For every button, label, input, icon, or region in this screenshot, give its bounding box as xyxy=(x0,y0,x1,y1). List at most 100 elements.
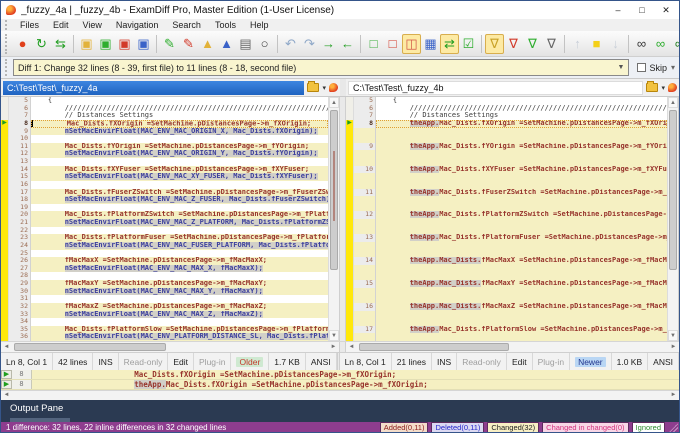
left-horizontal-scrollbar[interactable]: ◄ ► xyxy=(1,342,340,352)
left-vertical-scrollbar[interactable]: ▲ ▼ xyxy=(328,97,339,341)
open-files-icon[interactable]: ▣ xyxy=(77,34,96,54)
prev-change-icon[interactable]: ← xyxy=(338,34,357,54)
left-scroll-down-icon[interactable]: ▼ xyxy=(329,330,339,341)
combobox-dropdown-icon[interactable]: ▼ xyxy=(614,64,625,71)
diffbar-overflow-icon[interactable]: ▾ xyxy=(671,63,675,72)
left-code-line-13[interactable]: 13 xyxy=(1,158,328,166)
status-ins[interactable]: INS xyxy=(432,353,458,370)
left-code-line-33[interactable]: 33 nSetMacEnvirFloat(MAC_ENV_MAC_MAX_Z, … xyxy=(1,310,328,319)
left-scroll-left-icon[interactable]: ◄ xyxy=(1,342,12,352)
right-code-line-6[interactable]: 6 //////////////////////////////////////… xyxy=(346,104,667,113)
right-code-line-gap[interactable] xyxy=(346,241,667,250)
right-code-line-gap[interactable] xyxy=(346,264,667,273)
right-code-line-gap[interactable] xyxy=(346,310,667,319)
status-plug-in[interactable]: Plug-in xyxy=(533,353,571,370)
find-icon[interactable]: ∞ xyxy=(632,34,651,54)
right-code-line-gap[interactable] xyxy=(346,295,667,303)
left-code-line-12[interactable]: 12 nSetMacEnvirFloat(MAC_ENV_MAC_ORIGIN_… xyxy=(1,150,328,158)
right-code-line-13[interactable]: 13 theApp.Mac_Dists.fPlatformFuser =SetM… xyxy=(346,234,667,242)
right-code-line-15[interactable]: 15 theApp.Mac_Dists.fMacMaxY =SetMachine… xyxy=(346,280,667,288)
save-second-file-icon[interactable]: ▣ xyxy=(115,34,134,54)
left-folder-dropdown-icon[interactable]: ▾ xyxy=(322,84,326,92)
left-code-line-11[interactable]: 11 Mac_Dists.fYOrigin =SetMachine.pDista… xyxy=(1,142,328,151)
right-code-pane[interactable]: 5 {6 ///////////////////////////////////… xyxy=(346,97,679,341)
right-code-line-9[interactable]: 9 theApp.Mac_Dists.fYOrigin =SetMachine.… xyxy=(346,142,667,151)
print-preview-icon[interactable]: ○ xyxy=(255,34,274,54)
left-code-line-23[interactable]: 23 Mac_Dists.fPlatformFuser =SetMachine.… xyxy=(1,234,328,242)
left-code-line-34[interactable]: 34 xyxy=(1,318,328,326)
right-compare-logo-icon[interactable] xyxy=(668,83,677,92)
status-ansi[interactable]: ANSI xyxy=(648,353,679,370)
menu-help[interactable]: Help xyxy=(243,20,276,30)
right-code-line-gap[interactable] xyxy=(346,127,667,136)
right-code-line-gap[interactable] xyxy=(346,318,667,326)
save-all-icon[interactable]: ▣ xyxy=(134,34,153,54)
toolbar-gripper[interactable] xyxy=(5,33,10,54)
status-ansi[interactable]: ANSI xyxy=(306,353,337,370)
left-code-line-16[interactable]: 16 xyxy=(1,180,328,189)
save-options-second-icon[interactable]: ▲ xyxy=(217,34,236,54)
edit-first-file-icon[interactable]: ✎ xyxy=(160,34,179,54)
status-1-7-kb[interactable]: 1.7 KB xyxy=(269,353,306,370)
find-prev-icon[interactable]: ∞ xyxy=(670,34,679,54)
right-hscroll-thumb[interactable] xyxy=(359,343,509,351)
menu-navigation[interactable]: Navigation xyxy=(109,20,166,30)
right-code-line-gap[interactable] xyxy=(346,226,667,235)
left-scrollbar-thumb[interactable] xyxy=(330,110,338,270)
filter-all-diffs-icon[interactable]: ∇ xyxy=(485,33,504,54)
left-code-pane[interactable]: 5 {6 ///////////////////////////////////… xyxy=(1,97,340,341)
undo-icon[interactable]: ↶ xyxy=(281,34,300,54)
print-icon[interactable]: ▤ xyxy=(236,34,255,54)
right-code-line-gap[interactable] xyxy=(346,219,667,227)
filter-deleted-icon[interactable]: ∇ xyxy=(504,34,523,54)
left-code-line-32[interactable]: 32 fMacMaxZ =SetMachine.pDistancesPage->… xyxy=(1,302,328,311)
right-folder-dropdown-icon[interactable]: ▾ xyxy=(661,84,665,92)
menu-files[interactable]: Files xyxy=(13,20,46,30)
left-compare-logo-icon[interactable] xyxy=(329,83,338,92)
right-scroll-right-icon[interactable]: ► xyxy=(668,342,679,352)
left-code-line-35[interactable]: 35 Mac_Dists.fPlatformSlow =SetMachine.p… xyxy=(1,325,328,334)
show-deleted-icon[interactable]: □ xyxy=(383,34,402,54)
diff-selector-combobox[interactable]: Diff 1: Change 32 lines (8 - 39, first f… xyxy=(13,59,630,76)
status-read-only[interactable]: Read-only xyxy=(119,353,169,370)
status-42-lines[interactable]: 42 lines xyxy=(53,353,94,370)
right-code-line-17[interactable]: 17 theApp.Mac_Dists.fPlatformSlow =SetMa… xyxy=(346,325,667,334)
left-code-line-20[interactable]: 20 Mac_Dists.fPlatformZSwitch =SetMachin… xyxy=(1,211,328,219)
menubar-gripper[interactable] xyxy=(5,20,10,30)
right-code-line-11[interactable]: 11 theApp.Mac_Dists.fFuserZSwitch =SetMa… xyxy=(346,188,667,197)
left-file-path[interactable]: C:\Test\Test\_fuzzy_4a xyxy=(3,80,305,95)
left-code-line-31[interactable]: 31 xyxy=(1,295,328,303)
left-code-line-7[interactable]: 7 // Distances Settings xyxy=(1,112,328,120)
show-added-icon[interactable]: □ xyxy=(364,34,383,54)
right-vertical-scrollbar[interactable]: ▲ ▼ xyxy=(667,97,678,341)
right-code-line-gap[interactable] xyxy=(346,173,667,181)
show-identical-icon[interactable]: ▦ xyxy=(421,34,440,54)
menu-tools[interactable]: Tools xyxy=(208,20,243,30)
synchronized-scrolling-icon[interactable]: ⇄ xyxy=(440,33,459,54)
right-code-line-gap[interactable] xyxy=(346,196,667,204)
save-first-file-icon[interactable]: ▣ xyxy=(96,34,115,54)
right-code-line-8[interactable]: ▶ 8 theApp.Mac_Dists.fXOrigin =SetMachine… xyxy=(346,119,667,128)
left-code-line-25[interactable]: 25 xyxy=(1,249,328,258)
left-code-line-5[interactable]: 5 { xyxy=(1,97,328,105)
left-code-line-26[interactable]: 26 fMacMaxX =SetMachine.pDistancesPage->… xyxy=(1,257,328,265)
right-code-line-gap[interactable] xyxy=(346,333,667,341)
swap-files-icon[interactable]: ⇆ xyxy=(51,34,70,54)
find-next-icon[interactable]: ∞ xyxy=(651,34,670,54)
left-scroll-right-icon[interactable]: ► xyxy=(328,342,339,352)
right-open-folder-icon[interactable] xyxy=(646,81,659,92)
bottom-scroll-left-icon[interactable]: ◄ xyxy=(1,391,12,400)
left-code-line-17[interactable]: 17 Mac_Dists.fFuserZSwitch =SetMachine.p… xyxy=(1,188,328,197)
right-code-line-gap[interactable] xyxy=(346,180,667,189)
left-code-line-9[interactable]: 9 nSetMacEnvirFloat(MAC_ENV_MAC_ORIGIN_X… xyxy=(1,127,328,136)
right-code-line-gap[interactable] xyxy=(346,203,667,212)
menu-view[interactable]: View xyxy=(76,20,109,30)
status-edit[interactable]: Edit xyxy=(168,353,195,370)
current-diff-row-first[interactable]: ▶ 8 Mac_Dists.fXOrigin =SetMachine.pDista… xyxy=(1,370,679,380)
left-scroll-up-icon[interactable]: ▲ xyxy=(329,97,339,108)
left-code-line-36[interactable]: 36 nSetMacEnvirFloat(MAC_ENV_PLATFORM_DI… xyxy=(1,333,328,341)
left-code-line-28[interactable]: 28 xyxy=(1,272,328,280)
bottom-horizontal-scrollbar[interactable]: ◄ ► xyxy=(1,390,679,400)
filter-search-icon[interactable]: ∇ xyxy=(542,34,561,54)
compare-files-icon[interactable]: ● xyxy=(13,34,32,54)
